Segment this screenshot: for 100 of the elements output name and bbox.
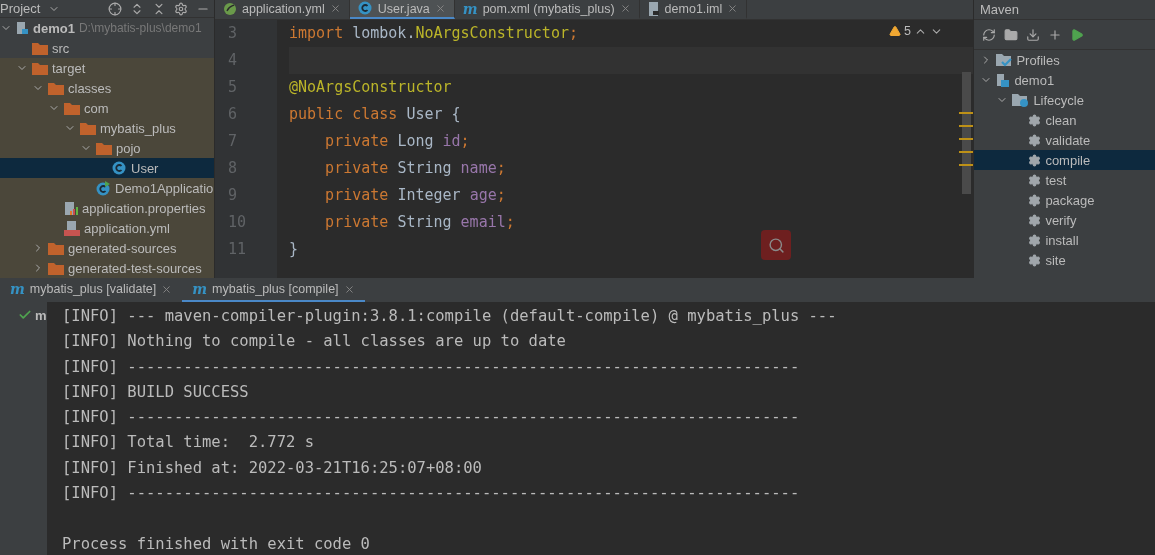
run-tab[interactable]: m mybatis_plus [compile] bbox=[182, 278, 365, 302]
maven-module-icon bbox=[996, 72, 1011, 88]
folder-icon bbox=[64, 101, 80, 115]
run-item[interactable]: m bbox=[35, 308, 47, 323]
warning-marker[interactable] bbox=[959, 112, 973, 114]
console-line: [INFO] --- maven-compiler-plugin:3.8.1:compile (default-compile) @ mybatis_plus --- bbox=[62, 306, 838, 327]
download-icon[interactable] bbox=[1026, 27, 1040, 42]
maven-tree-item[interactable]: clean bbox=[974, 110, 1155, 130]
warning-count[interactable]: 5 bbox=[904, 24, 911, 38]
gear-icon bbox=[1028, 153, 1042, 167]
run-icon[interactable] bbox=[1070, 27, 1084, 42]
search-icon[interactable] bbox=[767, 236, 785, 254]
collapse-all-icon[interactable] bbox=[152, 1, 166, 16]
tree-item[interactable]: User bbox=[0, 158, 214, 178]
code-line: private Long id; bbox=[324, 131, 470, 152]
maven-tree-item[interactable]: verify bbox=[974, 210, 1155, 230]
maven-tree-item[interactable]: demo1 bbox=[974, 70, 1155, 90]
scrollbar[interactable] bbox=[962, 72, 971, 194]
tree-item[interactable]: target bbox=[0, 58, 214, 78]
lifecycle-icon bbox=[1012, 92, 1030, 108]
gear-icon bbox=[1028, 113, 1042, 127]
class-icon bbox=[357, 1, 373, 16]
code-line: private String email; bbox=[324, 212, 515, 233]
folder-icon bbox=[48, 81, 64, 95]
maven-tree-item[interactable]: package bbox=[974, 190, 1155, 210]
close-icon[interactable] bbox=[727, 3, 739, 14]
warning-icon[interactable] bbox=[889, 25, 902, 37]
maven-tree-item[interactable]: install bbox=[974, 230, 1155, 250]
close-icon[interactable] bbox=[434, 3, 446, 14]
folder-icon bbox=[80, 121, 96, 135]
search-button[interactable] bbox=[761, 230, 791, 260]
close-icon[interactable] bbox=[343, 283, 355, 295]
tree-item[interactable]: pojo bbox=[0, 138, 214, 158]
warning-marker[interactable] bbox=[959, 125, 973, 127]
maven-tree-item[interactable]: Profiles bbox=[974, 50, 1155, 70]
project-path: D:\mybatis-plus\demo1 bbox=[78, 21, 202, 35]
tree-item[interactable]: generated-sources bbox=[0, 238, 214, 258]
console-line: [INFO] BUILD SUCCESS bbox=[62, 381, 250, 403]
code-line: } bbox=[289, 239, 299, 260]
tree-item[interactable]: application.properties bbox=[0, 198, 214, 218]
folder-icon bbox=[32, 41, 48, 55]
maven-tree-item[interactable]: compile bbox=[974, 150, 1155, 170]
gear-icon bbox=[1028, 213, 1042, 227]
class-icon bbox=[96, 180, 111, 196]
console-line: [INFO] ------------------------------------------------------------------------ bbox=[62, 483, 801, 505]
tree-item[interactable]: generated-test-sources bbox=[0, 258, 214, 278]
warning-marker[interactable] bbox=[959, 151, 973, 153]
folder-icon bbox=[48, 241, 64, 255]
gear-icon bbox=[1028, 173, 1042, 187]
editor-tab[interactable]: application.yml bbox=[215, 0, 350, 19]
code-line: import lombok.NoArgsConstructor; bbox=[289, 23, 578, 44]
code-line: private String name; bbox=[324, 158, 506, 179]
run-tab[interactable]: m mybatis_plus [validate] bbox=[0, 278, 183, 302]
maven-icon: m bbox=[10, 281, 25, 297]
tree-item[interactable]: classes bbox=[0, 78, 214, 98]
code-line: @NoArgsConstructor bbox=[289, 77, 452, 98]
close-icon[interactable] bbox=[161, 283, 173, 295]
tree-item[interactable]: Demo1Applicatio bbox=[0, 178, 214, 198]
module-icon bbox=[16, 21, 29, 35]
gear-icon bbox=[1028, 253, 1042, 267]
tree-item[interactable]: src bbox=[0, 38, 214, 58]
properties-file-icon bbox=[64, 200, 78, 216]
warning-marker[interactable] bbox=[959, 164, 973, 166]
maven-tree-item[interactable]: validate bbox=[974, 130, 1155, 150]
gear-icon bbox=[1028, 133, 1042, 147]
folder-icon bbox=[96, 141, 112, 155]
tree-item[interactable]: com bbox=[0, 98, 214, 118]
gear-icon bbox=[1028, 193, 1042, 207]
reload-icon[interactable] bbox=[982, 27, 996, 42]
console-line: [INFO] ------------------------------------------------------------------------ bbox=[62, 356, 801, 378]
locate-icon[interactable] bbox=[108, 1, 122, 16]
code-line: public class User { bbox=[289, 104, 461, 125]
console-line: [INFO] Finished at: 2022-03-21T16:25:07+08:00 bbox=[62, 457, 483, 479]
close-icon[interactable] bbox=[329, 3, 341, 14]
maven-icon: m bbox=[462, 0, 478, 17]
panel-title: Maven bbox=[980, 2, 1020, 17]
folder-icon[interactable] bbox=[1004, 27, 1018, 42]
panel-title[interactable]: Project bbox=[0, 1, 41, 16]
maven-icon: m bbox=[192, 281, 208, 297]
editor-tab[interactable]: m pom.xml (mybatis_plus) bbox=[454, 0, 640, 19]
warning-marker[interactable] bbox=[959, 138, 973, 140]
close-icon[interactable] bbox=[619, 3, 631, 14]
code-line: private Integer age; bbox=[324, 185, 506, 206]
tree-item[interactable]: mybatis_plus bbox=[0, 118, 214, 138]
tree-item[interactable]: application.yml bbox=[0, 218, 214, 238]
add-icon[interactable] bbox=[1048, 27, 1062, 42]
check-icon bbox=[18, 308, 32, 322]
gear-icon bbox=[1028, 233, 1042, 247]
console-line: [INFO] Total time: 2.772 s bbox=[62, 432, 315, 454]
console-line: Process finished with exit code 0 bbox=[62, 533, 371, 555]
maven-tree-item[interactable]: Lifecycle bbox=[974, 90, 1155, 110]
maven-tree-item[interactable]: site bbox=[974, 250, 1155, 270]
folder-icon bbox=[32, 61, 48, 75]
class-icon bbox=[112, 160, 127, 176]
maven-tree-item[interactable]: test bbox=[974, 170, 1155, 190]
editor-tab[interactable]: User.java bbox=[349, 0, 455, 19]
console-line: [INFO] Nothing to compile - all classes are up to date bbox=[62, 331, 567, 353]
settings-icon[interactable] bbox=[174, 1, 188, 16]
tree-item[interactable]: demo1 D:\mybatis-plus\demo1 bbox=[0, 18, 214, 38]
editor-tab[interactable]: demo1.iml bbox=[639, 0, 748, 19]
